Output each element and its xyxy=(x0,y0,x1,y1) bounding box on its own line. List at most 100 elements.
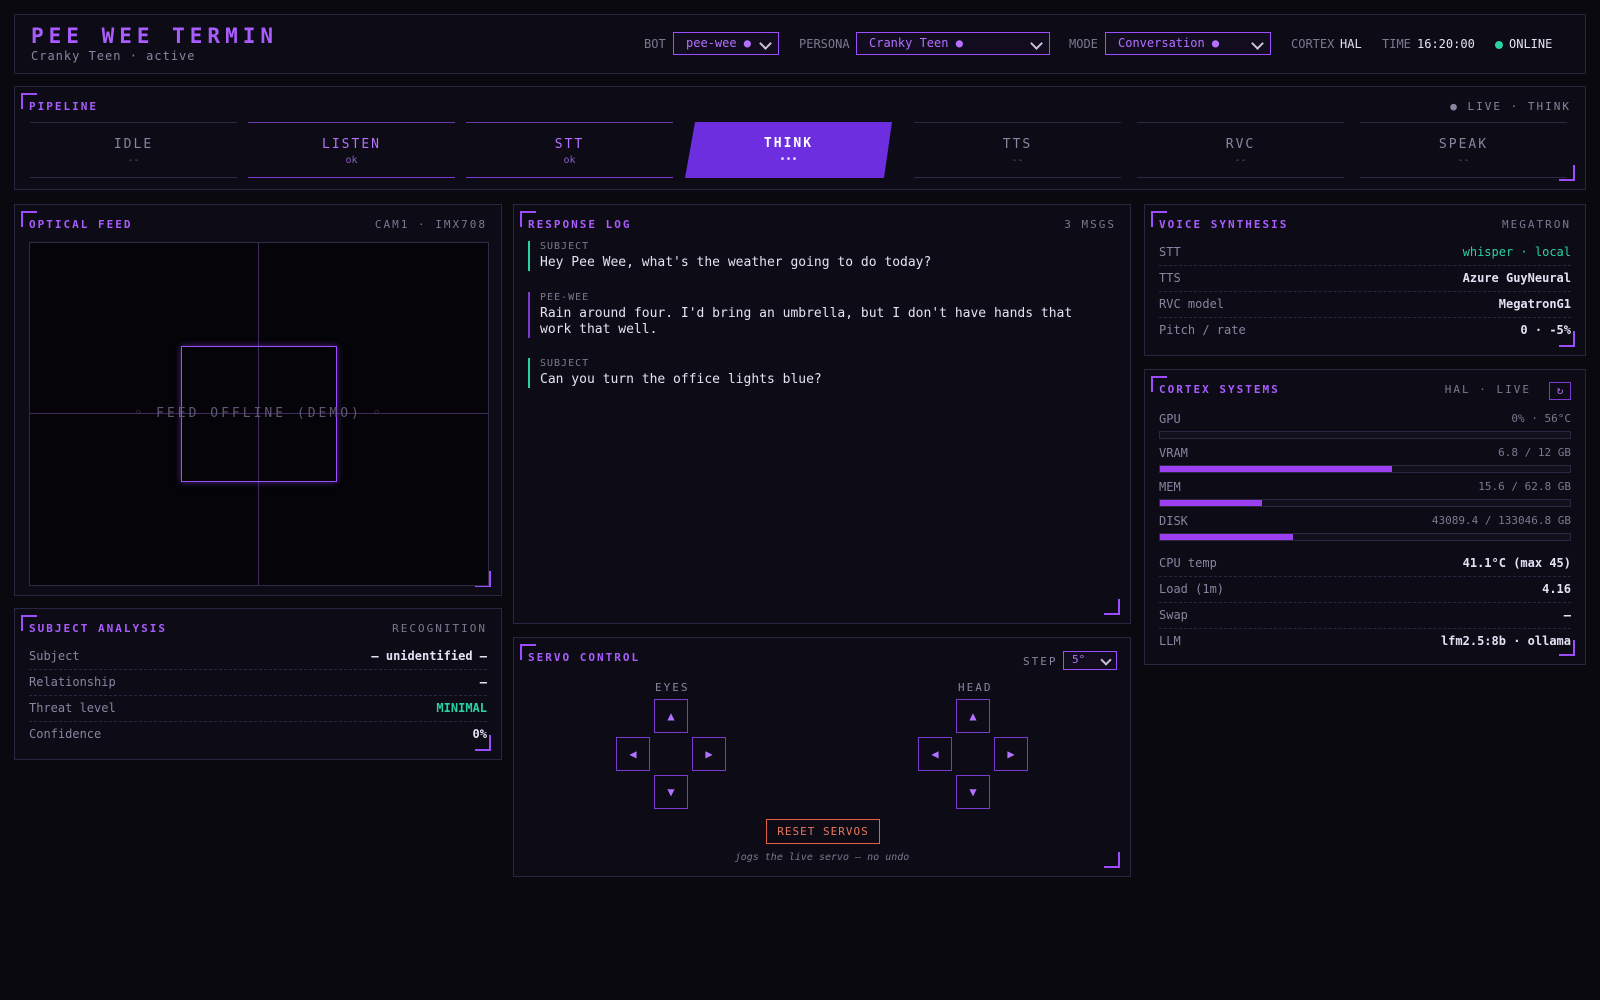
row-value: 4.16 xyxy=(1542,582,1571,596)
disk-bar-row: DISK 43089.4 / 133046.8 GB xyxy=(1159,514,1571,546)
row-key: Confidence xyxy=(29,727,102,741)
message-sender: PEE-WEE xyxy=(540,292,590,303)
chevron-down-icon xyxy=(1030,37,1043,50)
pipeline-stage-tts: TTS -- xyxy=(914,122,1121,178)
feed-offline-label: ◦ FEED OFFLINE (DEMO) ◦ xyxy=(134,406,384,421)
mem-bar-row: MEM 15.6 / 62.8 GB xyxy=(1159,480,1571,512)
row-value: 41.1°C (max 45) xyxy=(1462,556,1571,570)
llm-row: LLM lfm2.5:8b · ollama xyxy=(1159,628,1571,654)
cortex-status-label: HAL · LIVE xyxy=(1444,383,1531,396)
row-value: — xyxy=(479,675,487,689)
row-value: lfm2.5:8b · ollama xyxy=(1440,634,1571,648)
app-subtitle: Cranky Teen · active xyxy=(31,49,196,63)
optical-feed-title: OPTICAL FEED xyxy=(29,218,133,231)
bar-fill xyxy=(1160,534,1293,540)
stage-name: LISTEN xyxy=(322,137,381,152)
vram-bar-row: VRAM 6.8 / 12 GB xyxy=(1159,446,1571,478)
row-key: CPU temp xyxy=(1159,556,1217,570)
log-message: PEE-WEE Rain around four. I'd bring an u… xyxy=(528,292,1110,338)
head-down-button[interactable]: ▼ xyxy=(956,775,990,809)
cortex-systems-title: CORTEX SYSTEMS xyxy=(1159,383,1280,396)
row-value: — unidentified — xyxy=(371,649,487,663)
stage-status: ok xyxy=(563,155,576,166)
step-select-value: 5° xyxy=(1072,653,1086,666)
stage-name: SPEAK xyxy=(1438,137,1489,152)
row-value: 0% xyxy=(472,727,487,741)
pipeline-stage-rvc: RVC -- xyxy=(1137,122,1344,178)
cpu-temp-row: CPU temp 41.1°C (max 45) xyxy=(1159,550,1571,577)
stage-name: TTS xyxy=(1002,137,1033,152)
bar-key: VRAM xyxy=(1159,446,1188,460)
subject-analysis-title: SUBJECT ANALYSIS xyxy=(29,622,167,635)
head-up-button[interactable]: ▲ xyxy=(956,699,990,733)
stage-status: ok xyxy=(345,155,358,166)
gpu-bar-row: GPU 0% · 56°C xyxy=(1159,412,1571,444)
mode-label: MODE xyxy=(1069,37,1098,51)
row-key: Pitch / rate xyxy=(1159,323,1246,337)
pipeline-status: ● LIVE · THINK xyxy=(1450,100,1571,113)
pipeline-stage-think: THINK ••• xyxy=(685,122,892,178)
rvc-model-row: RVC model MegatronG1 xyxy=(1159,291,1571,318)
camera-label: CAM1 · IMX708 xyxy=(374,218,487,231)
confidence-row: Confidence 0% xyxy=(29,721,487,747)
bar-value: 0% · 56°C xyxy=(1511,412,1571,425)
app-title: PEE WEE TERMIN xyxy=(31,24,279,48)
cortex-value: HAL xyxy=(1340,37,1362,51)
reset-servos-button[interactable]: RESET SERVOS xyxy=(766,819,880,844)
corner-decoration xyxy=(1104,599,1120,615)
row-value: — xyxy=(1563,608,1571,622)
stage-status: -- xyxy=(1457,155,1470,166)
row-key: Load (1m) xyxy=(1159,582,1225,596)
pipeline-stage-speak: SPEAK -- xyxy=(1360,122,1567,178)
eyes-left-button[interactable]: ◀ xyxy=(616,737,650,771)
time-label: TIME xyxy=(1382,37,1411,51)
persona-select[interactable]: Cranky Teen ● xyxy=(856,32,1050,55)
bar-fill xyxy=(1160,500,1262,506)
pipeline-title: PIPELINE xyxy=(29,100,98,113)
servo-control-panel: SERVO CONTROL STEP 5° EYES ▲ ◀ ▶ ▼ HEAD … xyxy=(513,637,1131,877)
row-key: LLM xyxy=(1159,634,1181,648)
step-label: STEP xyxy=(1023,655,1058,668)
stage-status: -- xyxy=(127,155,140,166)
response-log-title: RESPONSE LOG xyxy=(528,218,632,231)
bar-key: DISK xyxy=(1159,514,1188,528)
message-sender: SUBJECT xyxy=(540,241,590,252)
voice-synthesis-panel: VOICE SYNTHESIS MEGATRON STT whisper · l… xyxy=(1144,204,1586,356)
bar-key: MEM xyxy=(1159,480,1181,494)
eyes-down-button[interactable]: ▼ xyxy=(654,775,688,809)
refresh-button[interactable]: ↻ xyxy=(1549,382,1571,400)
message-text: Hey Pee Wee, what's the weather going to… xyxy=(540,255,932,270)
bar-value: 43089.4 / 133046.8 GB xyxy=(1431,514,1571,527)
row-key: Swap xyxy=(1159,608,1188,622)
head-right-button[interactable]: ▶ xyxy=(994,737,1028,771)
mem-usage-bar xyxy=(1159,499,1571,507)
row-value: Azure GuyNeural xyxy=(1462,271,1571,285)
row-key: Subject xyxy=(29,649,80,663)
chevron-down-icon xyxy=(1251,37,1264,50)
vram-usage-bar xyxy=(1159,465,1571,473)
threat-level-value: MINIMAL xyxy=(436,701,487,715)
bot-label: BOT xyxy=(644,37,666,51)
step-select[interactable]: 5° xyxy=(1063,651,1117,670)
message-count: 3 MSGS xyxy=(1064,218,1116,231)
stage-name: RVC xyxy=(1225,137,1256,152)
eyes-up-button[interactable]: ▲ xyxy=(654,699,688,733)
voice-profile-label: MEGATRON xyxy=(1502,218,1571,231)
stage-name: THINK xyxy=(763,136,814,151)
bot-select[interactable]: pee-wee ● xyxy=(673,32,779,55)
subject-row: Subject — unidentified — xyxy=(29,643,487,670)
pipeline-stage-stt: STT ok xyxy=(466,122,673,178)
pitch-rate-row: Pitch / rate 0 · -5% xyxy=(1159,317,1571,343)
online-status: ONLINE xyxy=(1509,37,1553,51)
row-value: MegatronG1 xyxy=(1498,297,1571,311)
eyes-right-button[interactable]: ▶ xyxy=(692,737,726,771)
chevron-down-icon xyxy=(1100,654,1112,666)
row-value: 0 · -5% xyxy=(1520,323,1571,337)
mode-select[interactable]: Conversation ● xyxy=(1105,32,1271,55)
threat-level-row: Threat level MINIMAL xyxy=(29,695,487,722)
eyes-label: EYES xyxy=(655,681,690,694)
mode-select-value: Conversation ● xyxy=(1118,36,1220,50)
relationship-row: Relationship — xyxy=(29,669,487,696)
head-left-button[interactable]: ◀ xyxy=(918,737,952,771)
message-sender: SUBJECT xyxy=(540,358,590,369)
